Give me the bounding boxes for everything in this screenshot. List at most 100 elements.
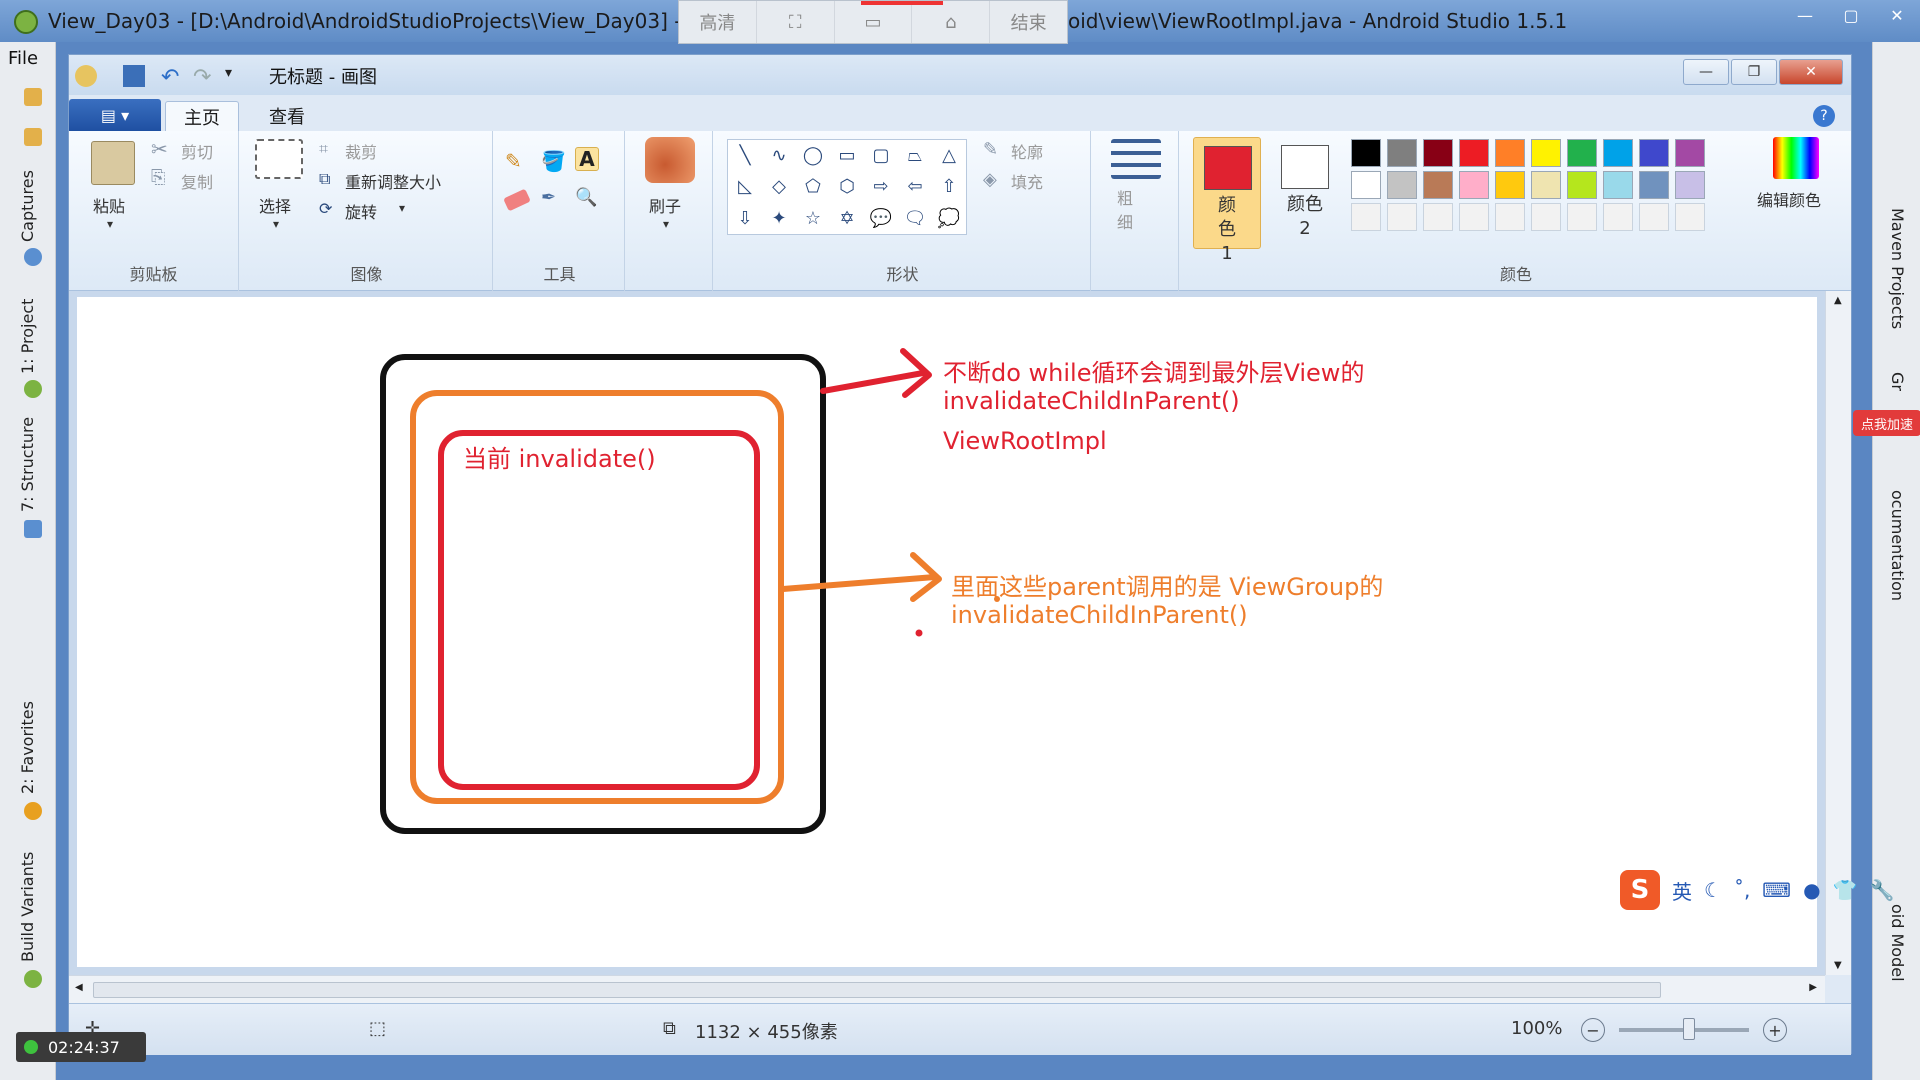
palette-swatch[interactable] xyxy=(1459,139,1489,167)
undo-icon[interactable]: ↶ xyxy=(161,65,183,90)
select-icon[interactable] xyxy=(255,139,303,179)
tab-gradle[interactable]: Gr xyxy=(1888,372,1907,391)
palette-swatch[interactable] xyxy=(1531,139,1561,167)
horizontal-scrollbar[interactable]: ◀ ▶ xyxy=(69,975,1825,1003)
shape-diamond[interactable]: ◇ xyxy=(762,171,796,202)
shape-triangle[interactable]: △ xyxy=(932,140,966,171)
shape-polygon[interactable]: ⏢ xyxy=(898,140,932,171)
palette-swatch[interactable] xyxy=(1531,171,1561,199)
palette-swatch[interactable] xyxy=(1495,203,1525,231)
line-size-icon[interactable] xyxy=(1111,139,1161,179)
tab-android-model[interactable]: oid Model xyxy=(1888,904,1907,982)
tab-documentation[interactable]: ocumentation xyxy=(1888,490,1907,601)
tab-captures[interactable]: Captures xyxy=(18,170,37,242)
recorder-home-button[interactable]: ⌂ xyxy=(912,1,991,43)
shape-line[interactable]: ╲ xyxy=(728,140,762,171)
shape-callout-cloud[interactable]: 💭 xyxy=(932,203,966,234)
palette-swatch[interactable] xyxy=(1639,139,1669,167)
palette-swatch[interactable] xyxy=(1639,203,1669,231)
shape-curve[interactable]: ∿ xyxy=(762,140,796,171)
tab-home[interactable]: 主页 xyxy=(165,101,239,131)
keyboard-icon[interactable]: ⌨ xyxy=(1762,878,1791,902)
skin-icon[interactable]: 👕 xyxy=(1833,878,1858,902)
shape-arrow-right[interactable]: ⇨ xyxy=(864,171,898,202)
fill-button[interactable]: 填充 xyxy=(1011,169,1043,193)
size-button[interactable]: 粗细 xyxy=(1117,187,1137,235)
maximize-icon[interactable]: ▢ xyxy=(1828,0,1874,30)
rotate-dropdown-icon[interactable]: ▾ xyxy=(399,201,405,215)
zoom-slider[interactable] xyxy=(1619,1018,1749,1040)
select-button[interactable]: 选择 xyxy=(259,193,291,217)
shape-callout-oval[interactable]: 🗨 xyxy=(898,203,932,234)
color2-button[interactable]: 颜色 2 xyxy=(1271,137,1339,249)
help-icon[interactable]: ? xyxy=(1813,105,1835,127)
paste-button[interactable]: 粘贴 xyxy=(93,193,125,217)
palette-swatch[interactable] xyxy=(1423,171,1453,199)
shape-six-point-star[interactable]: ✡ xyxy=(830,203,864,234)
minimize-icon[interactable]: — xyxy=(1782,0,1828,30)
scroll-up-icon[interactable]: ▲ xyxy=(1834,295,1842,306)
paint-close-button[interactable]: ✕ xyxy=(1779,59,1843,85)
user-icon[interactable]: ● xyxy=(1803,878,1820,902)
palette-swatch[interactable] xyxy=(1387,139,1417,167)
settings-wrench-icon[interactable]: 🔧 xyxy=(1870,878,1895,902)
sogou-logo-icon[interactable]: S xyxy=(1620,870,1660,910)
select-dropdown-icon[interactable]: ▾ xyxy=(273,217,279,231)
clipboard-paste-icon[interactable] xyxy=(91,141,135,185)
palette-swatch[interactable] xyxy=(1603,139,1633,167)
tab-favorites[interactable]: 2: Favorites xyxy=(18,701,37,794)
shape-right-triangle[interactable]: ◺ xyxy=(728,171,762,202)
palette-swatch[interactable] xyxy=(1675,171,1705,199)
magnifier-icon[interactable]: 🔍 xyxy=(575,187,599,211)
palette-swatch[interactable] xyxy=(1567,171,1597,199)
shape-callout-rect[interactable]: 💬 xyxy=(864,203,898,234)
zoom-slider-knob[interactable] xyxy=(1683,1018,1695,1040)
palette-swatch[interactable] xyxy=(1639,171,1669,199)
save-icon[interactable] xyxy=(123,65,145,87)
tab-maven-projects[interactable]: Maven Projects xyxy=(1888,208,1907,329)
punctuation-icon[interactable]: ˚, xyxy=(1734,878,1750,902)
palette-swatch[interactable] xyxy=(1567,139,1597,167)
drawing-canvas[interactable]: 当前 invalidate() 不断do while循环会调到最外层View的 … xyxy=(77,297,1817,967)
palette-swatch[interactable] xyxy=(1459,171,1489,199)
recorder-window-button[interactable]: ▭ xyxy=(835,1,913,43)
brush-button[interactable]: 刷子 xyxy=(649,193,681,217)
color1-button[interactable]: 颜色 1 xyxy=(1193,137,1261,264)
palette-swatch[interactable] xyxy=(1495,139,1525,167)
shape-arrow-down[interactable]: ⇩ xyxy=(728,203,762,234)
recorder-region-button[interactable]: ⛶ xyxy=(757,1,835,43)
palette-swatch[interactable] xyxy=(1387,203,1417,231)
zoom-out-button[interactable]: − xyxy=(1581,1018,1605,1042)
palette-swatch[interactable] xyxy=(1351,203,1381,231)
paint-minimize-button[interactable]: — xyxy=(1683,59,1729,85)
color-picker-icon[interactable]: ✒ xyxy=(541,187,565,211)
paint-menu-button[interactable]: ▤ ▾ xyxy=(69,99,161,131)
eraser-icon[interactable] xyxy=(503,188,531,212)
palette-swatch[interactable] xyxy=(1675,203,1705,231)
shape-oval[interactable]: ◯ xyxy=(796,140,830,171)
paste-dropdown-icon[interactable]: ▾ xyxy=(107,217,113,231)
palette-swatch[interactable] xyxy=(1603,171,1633,199)
tab-structure[interactable]: 7: Structure xyxy=(18,417,37,512)
horizontal-scroll-thumb[interactable] xyxy=(93,982,1661,998)
shape-hexagon[interactable]: ⬡ xyxy=(830,171,864,202)
copy-button[interactable]: 复制 xyxy=(181,169,213,193)
brush-dropdown-icon[interactable]: ▾ xyxy=(663,217,669,231)
rotate-button[interactable]: 旋转 xyxy=(345,199,377,223)
folder-icon[interactable] xyxy=(24,128,42,146)
folder-icon[interactable] xyxy=(24,88,42,106)
crop-button[interactable]: 裁剪 xyxy=(345,139,377,163)
scroll-right-icon[interactable]: ▶ xyxy=(1809,982,1817,993)
ime-language[interactable]: 英 xyxy=(1672,876,1692,905)
menu-file[interactable]: File xyxy=(8,48,38,69)
close-icon[interactable]: ✕ xyxy=(1874,0,1920,30)
brush-icon[interactable] xyxy=(645,137,695,183)
paint-restore-button[interactable]: ❐ xyxy=(1731,59,1777,85)
palette-swatch[interactable] xyxy=(1423,203,1453,231)
palette-swatch[interactable] xyxy=(1495,171,1525,199)
palette-swatch[interactable] xyxy=(1423,139,1453,167)
palette-swatch[interactable] xyxy=(1603,203,1633,231)
edit-colors-button[interactable]: 编辑颜色 xyxy=(1757,187,1821,211)
fill-bucket-icon[interactable]: 🪣 xyxy=(541,149,566,173)
recorder-hd-button[interactable]: 高清 xyxy=(679,1,757,43)
